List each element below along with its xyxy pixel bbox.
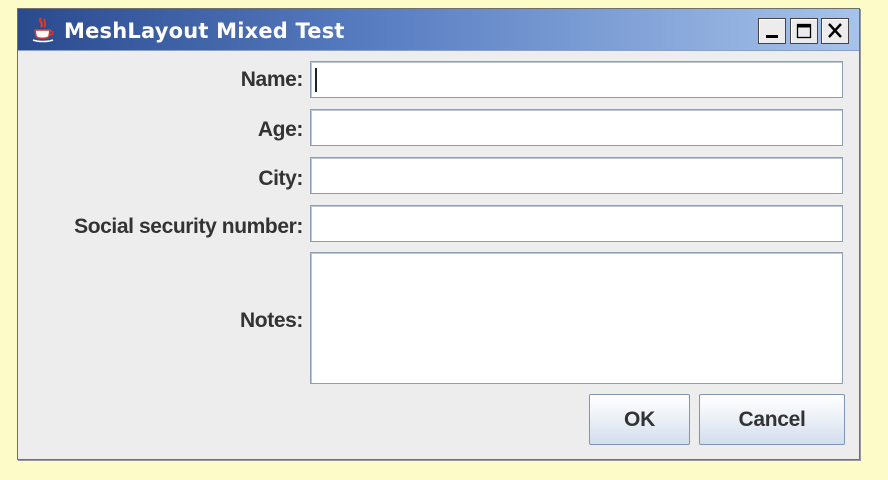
ssn-label: Social security number: — [74, 215, 303, 238]
ssn-input[interactable] — [310, 205, 843, 242]
age-input[interactable] — [310, 109, 843, 146]
notes-textarea[interactable] — [310, 252, 843, 384]
maximize-button[interactable] — [790, 18, 818, 44]
close-button[interactable] — [821, 18, 849, 44]
window-title: MeshLayout Mixed Test — [64, 19, 345, 43]
city-input[interactable] — [310, 157, 843, 194]
name-input[interactable] — [310, 61, 843, 98]
java-app-icon[interactable] — [28, 15, 58, 45]
city-label: City: — [258, 167, 303, 190]
text-caret — [315, 68, 317, 92]
close-icon — [828, 23, 842, 38]
minimize-icon — [766, 35, 778, 38]
title-bar[interactable]: MeshLayout Mixed Test — [18, 9, 859, 51]
age-label: Age: — [257, 118, 303, 141]
maximize-icon — [796, 23, 812, 39]
cancel-button[interactable]: Cancel — [699, 394, 845, 445]
dialog-window: MeshLayout Mixed Test Name: Age: City: S… — [17, 8, 860, 460]
name-label: Name: — [240, 68, 304, 91]
notes-label: Notes: — [240, 309, 303, 332]
minimize-button[interactable] — [758, 18, 786, 44]
ok-button[interactable]: OK — [589, 394, 690, 445]
form-panel: Name: Age: City: Social security number:… — [18, 51, 859, 459]
